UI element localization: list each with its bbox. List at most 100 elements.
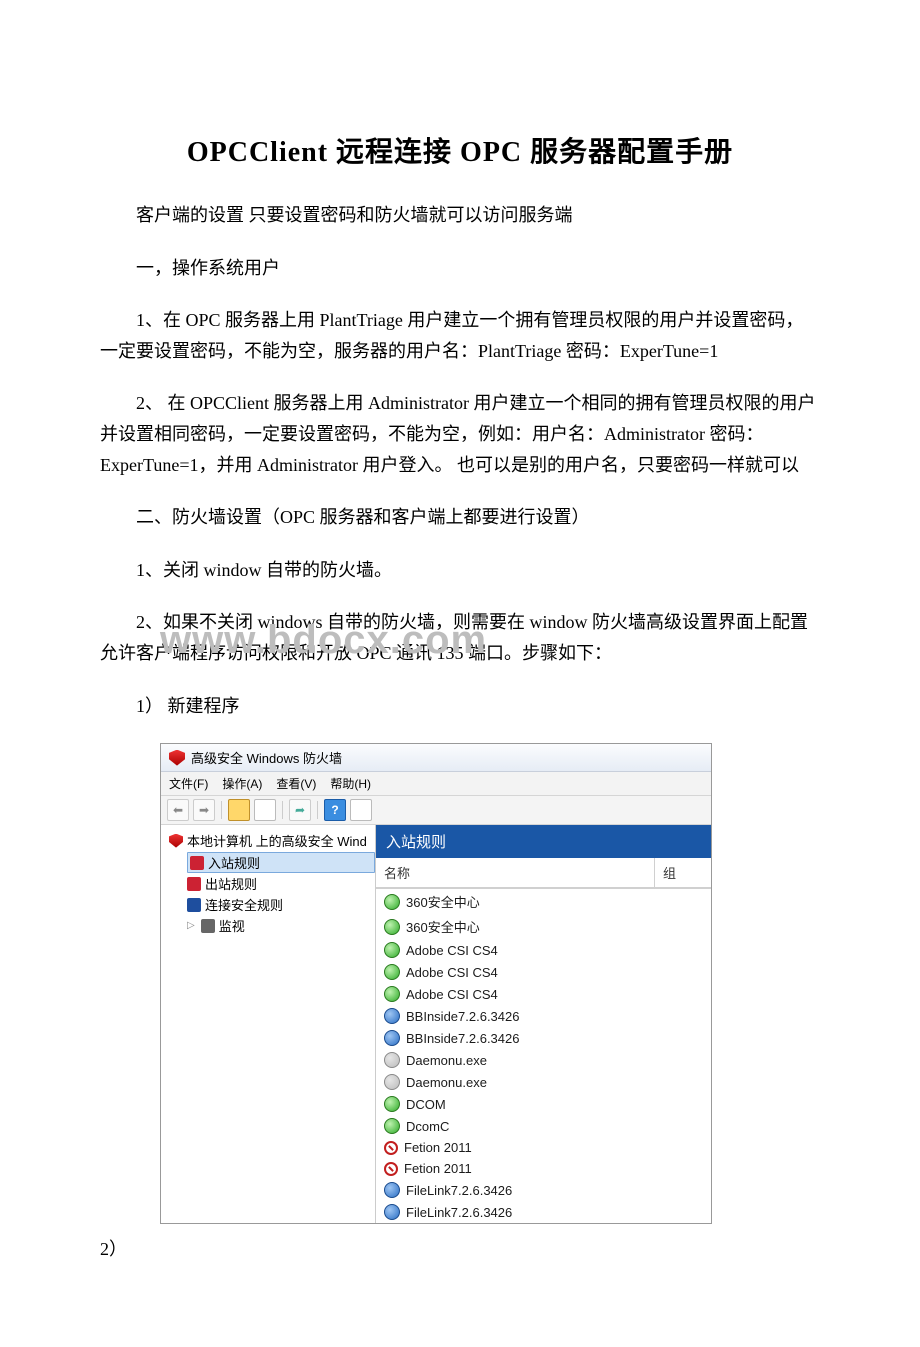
allow-icon xyxy=(384,1052,400,1068)
rule-row[interactable]: Adobe CSI CS4 xyxy=(376,961,711,983)
rule-name: 360安全中心 xyxy=(406,917,480,936)
list-header: 名称 组 xyxy=(376,858,711,888)
toolbar: ⬅ ➡ ➦ ? xyxy=(161,796,711,825)
tree-item-label: 入站规则 xyxy=(208,853,260,872)
allow-icon xyxy=(384,1096,400,1112)
rule-name: FileLink7.2.6.3426 xyxy=(406,1205,512,1220)
rule-row[interactable]: DcomC xyxy=(376,1115,711,1137)
block-icon xyxy=(384,1162,398,1176)
rule-name: BBInside7.2.6.3426 xyxy=(406,1009,519,1024)
step2-label: 2） xyxy=(100,1234,820,1265)
rule-name: Fetion 2011 xyxy=(404,1140,472,1155)
rule-name: Daemonu.exe xyxy=(406,1075,487,1090)
section2-item1: 1、关闭 window 自带的防火墙。 xyxy=(100,555,820,586)
tree-children: 入站规则 出站规则 连接安全规则 ▷ 监视 xyxy=(169,852,375,936)
menu-view[interactable]: 查看(V) xyxy=(276,775,316,792)
tree-item-label: 监视 xyxy=(219,916,245,935)
rule-name: 360安全中心 xyxy=(406,892,480,911)
menu-bar: 文件(F) 操作(A) 查看(V) 帮助(H) xyxy=(161,772,711,796)
rule-row[interactable]: FileLink7.2.6.3426 xyxy=(376,1201,711,1223)
tree-pane: 本地计算机 上的高级安全 Wind 入站规则 出站规则 连接安全规则 xyxy=(161,825,376,1223)
rule-name: FileLink7.2.6.3426 xyxy=(406,1183,512,1198)
tree-connection-security[interactable]: 连接安全规则 xyxy=(187,894,375,915)
allow-icon xyxy=(384,986,400,1002)
outbound-icon xyxy=(187,877,201,891)
block-icon xyxy=(384,1141,398,1155)
allow-icon xyxy=(384,942,400,958)
rule-row[interactable]: Adobe CSI CS4 xyxy=(376,939,711,961)
document-page: OPCClient 远程连接 OPC 服务器配置手册 客户端的设置 只要设置密码… xyxy=(0,0,920,1347)
inbound-icon xyxy=(190,856,204,870)
export-icon[interactable]: ➦ xyxy=(289,799,311,821)
toolbar-separator xyxy=(221,801,222,819)
rule-row[interactable]: 360安全中心 xyxy=(376,914,711,939)
tree-root-label: 本地计算机 上的高级安全 Wind xyxy=(187,831,367,850)
forward-icon[interactable]: ➡ xyxy=(193,799,215,821)
sheet2-icon[interactable] xyxy=(350,799,372,821)
firewall-window: 高级安全 Windows 防火墙 文件(F) 操作(A) 查看(V) 帮助(H)… xyxy=(160,743,712,1224)
expand-icon[interactable]: ▷ xyxy=(187,920,195,931)
monitor-icon xyxy=(201,919,215,933)
allow-icon xyxy=(384,1030,400,1046)
rule-row[interactable]: Fetion 2011 xyxy=(376,1158,711,1179)
shield-icon xyxy=(169,834,183,848)
rule-row[interactable]: Fetion 2011 xyxy=(376,1137,711,1158)
tree-outbound-rules[interactable]: 出站规则 xyxy=(187,873,375,894)
rule-row[interactable]: Daemonu.exe xyxy=(376,1071,711,1093)
rule-row[interactable]: 360安全中心 xyxy=(376,889,711,914)
shield-icon xyxy=(169,750,185,766)
menu-action[interactable]: 操作(A) xyxy=(222,775,262,792)
rule-name: Daemonu.exe xyxy=(406,1053,487,1068)
content-header: 入站规则 xyxy=(376,825,711,858)
content-pane: 入站规则 名称 组 360安全中心 360安全中心 Adobe CSI CS4 Ado… xyxy=(376,825,711,1223)
allow-icon xyxy=(384,1074,400,1090)
help-icon[interactable]: ? xyxy=(324,799,346,821)
toolbar-separator xyxy=(317,801,318,819)
rule-name: Adobe CSI CS4 xyxy=(406,943,498,958)
rule-row[interactable]: FileLink7.2.6.3426 xyxy=(376,1179,711,1201)
section1-item1: 1、在 OPC 服务器上用 PlantTriage 用户建立一个拥有管理员权限的… xyxy=(100,305,820,366)
menu-file[interactable]: 文件(F) xyxy=(169,775,208,792)
rule-name: BBInside7.2.6.3426 xyxy=(406,1031,519,1046)
tree-inbound-rules[interactable]: 入站规则 xyxy=(187,852,375,873)
tree-root[interactable]: 本地计算机 上的高级安全 Wind xyxy=(169,829,375,852)
section1-heading: 一，操作系统用户 xyxy=(100,253,820,284)
rule-row[interactable]: BBInside7.2.6.3426 xyxy=(376,1027,711,1049)
back-icon[interactable]: ⬅ xyxy=(167,799,189,821)
sheet-icon[interactable] xyxy=(254,799,276,821)
allow-icon xyxy=(384,1204,400,1220)
section1-item2: 2、 在 OPCClient 服务器上用 Administrator 用户建立一… xyxy=(100,388,820,480)
window-title: 高级安全 Windows 防火墙 xyxy=(191,748,342,767)
rule-name: DcomC xyxy=(406,1119,449,1134)
rule-row[interactable]: Daemonu.exe xyxy=(376,1049,711,1071)
allow-icon xyxy=(384,1008,400,1024)
menu-help[interactable]: 帮助(H) xyxy=(330,775,371,792)
rule-row[interactable]: DCOM xyxy=(376,1093,711,1115)
section2-item2: 2、如果不关闭 windows 自带的防火墙，则需要在 window 防火墙高级… xyxy=(100,607,820,668)
connection-icon xyxy=(187,898,201,912)
allow-icon xyxy=(384,919,400,935)
window-body: 本地计算机 上的高级安全 Wind 入站规则 出站规则 连接安全规则 xyxy=(161,825,711,1223)
intro-paragraph: 客户端的设置 只要设置密码和防火墙就可以访问服务端 xyxy=(100,200,820,231)
rule-name: Adobe CSI CS4 xyxy=(406,987,498,1002)
tree-item-label: 出站规则 xyxy=(205,874,257,893)
tree-monitoring[interactable]: ▷ 监视 xyxy=(187,915,375,936)
allow-icon xyxy=(384,1118,400,1134)
allow-icon xyxy=(384,964,400,980)
folder-icon[interactable] xyxy=(228,799,250,821)
rule-name: Fetion 2011 xyxy=(404,1161,472,1176)
toolbar-separator xyxy=(282,801,283,819)
column-group[interactable]: 组 xyxy=(655,858,711,887)
step1-label: 1） 新建程序 xyxy=(100,691,820,722)
rule-name: DCOM xyxy=(406,1097,446,1112)
column-name[interactable]: 名称 xyxy=(376,858,655,887)
rule-row[interactable]: BBInside7.2.6.3426 xyxy=(376,1005,711,1027)
allow-icon xyxy=(384,894,400,910)
rules-list: 360安全中心 360安全中心 Adobe CSI CS4 Adobe CSI CS4… xyxy=(376,888,711,1223)
allow-icon xyxy=(384,1182,400,1198)
doc-title: OPCClient 远程连接 OPC 服务器配置手册 xyxy=(100,130,820,170)
tree-item-label: 连接安全规则 xyxy=(205,895,283,914)
window-title-bar: 高级安全 Windows 防火墙 xyxy=(161,744,711,772)
rule-row[interactable]: Adobe CSI CS4 xyxy=(376,983,711,1005)
rule-name: Adobe CSI CS4 xyxy=(406,965,498,980)
